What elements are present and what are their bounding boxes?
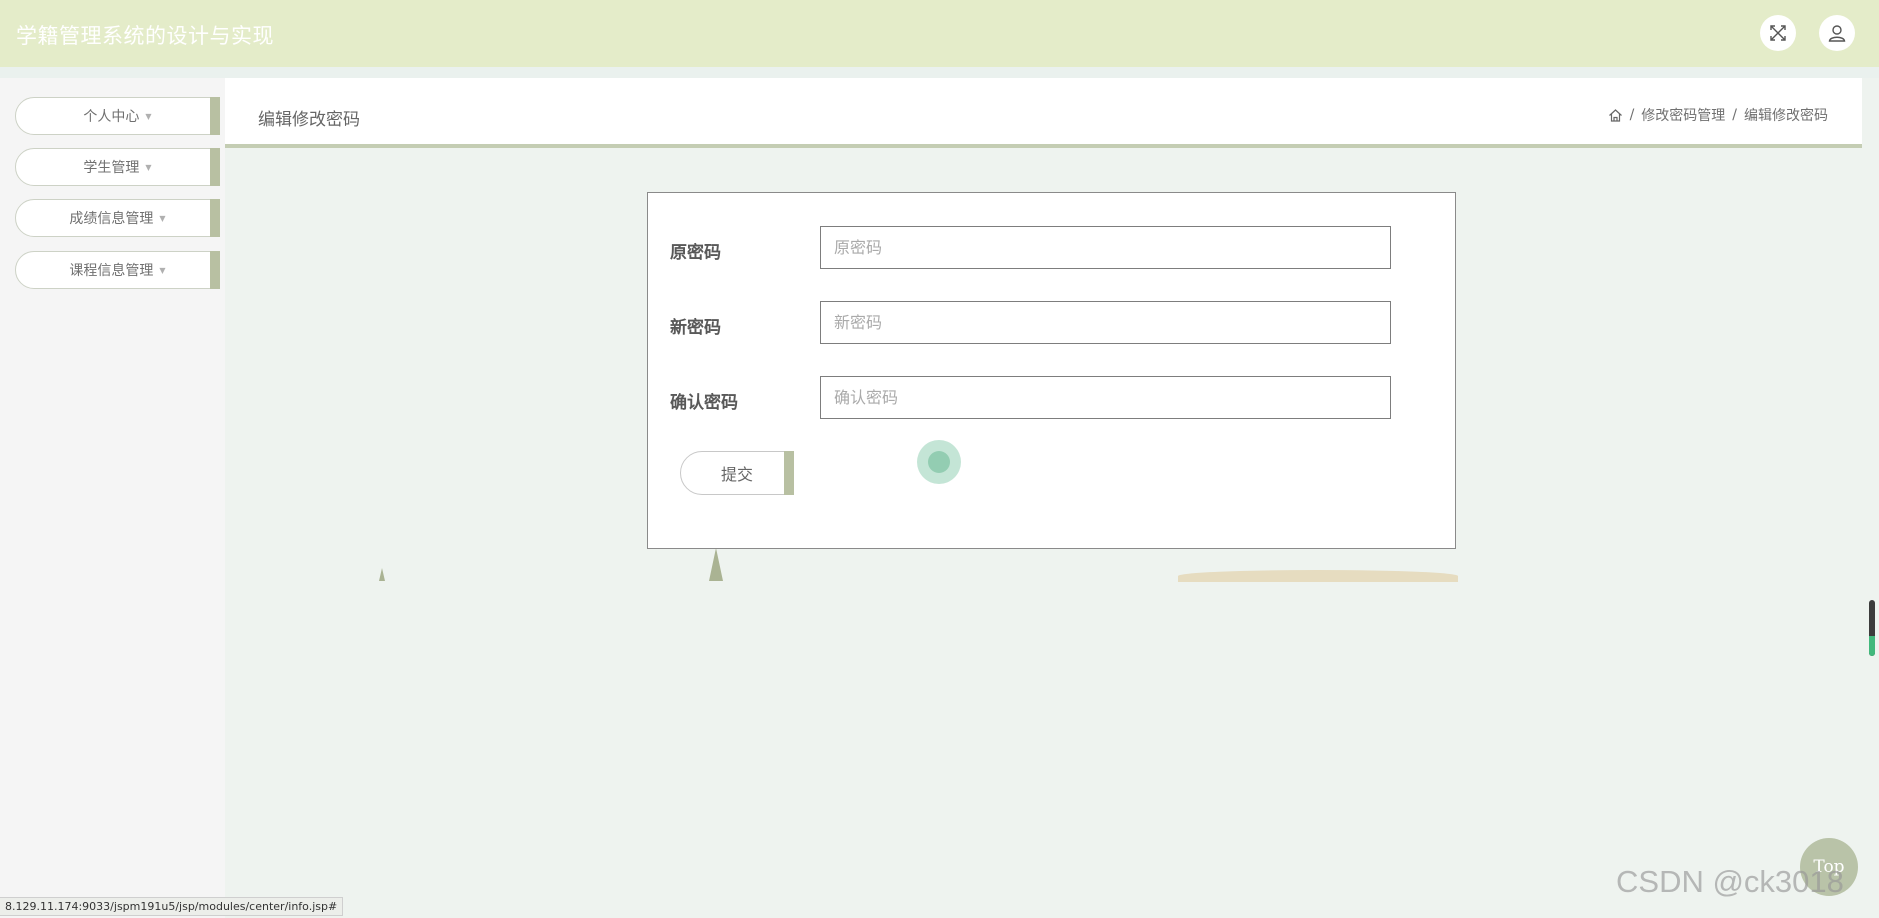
- sidebar-item-label: 课程信息管理: [69, 263, 154, 279]
- old-password-input[interactable]: [820, 226, 1391, 269]
- caret-down-icon: ▼: [145, 111, 152, 121]
- user-button[interactable]: [1819, 15, 1855, 51]
- breadcrumb-separator: /: [1629, 107, 1635, 123]
- decoration-tree: [709, 548, 723, 581]
- breadcrumb: / 修改密码管理 / 编辑修改密码: [1608, 105, 1828, 125]
- caret-down-icon: ▼: [159, 213, 166, 223]
- home-icon[interactable]: [1608, 108, 1623, 123]
- breadcrumb-item-password-management[interactable]: 修改密码管理: [1641, 105, 1725, 125]
- menu-accent-bar: [210, 97, 220, 135]
- sidebar-item-grade-management[interactable]: 成绩信息管理 ▼: [15, 199, 220, 237]
- status-bar-url: 8.129.11.174:9033/jspm191u5/jsp/modules/…: [0, 897, 344, 916]
- header-strip: [0, 67, 1879, 78]
- app-header: 学籍管理系统的设计与实现: [0, 0, 1879, 67]
- content-header: 编辑修改密码 / 修改密码管理 / 编辑修改密码: [225, 78, 1862, 148]
- sidebar-item-student-management[interactable]: 学生管理 ▼: [15, 148, 220, 186]
- confirm-password-label: 确认密码: [670, 393, 738, 413]
- old-password-label: 原密码: [670, 243, 721, 263]
- caret-down-icon: ▼: [159, 265, 166, 275]
- watermark: CSDN @ck3018: [1616, 864, 1844, 899]
- sidebar-item-course-management[interactable]: 课程信息管理 ▼: [15, 251, 220, 289]
- password-form: 原密码 新密码 确认密码 提交: [647, 192, 1456, 549]
- new-password-input[interactable]: [820, 301, 1391, 344]
- button-accent-bar: [784, 451, 794, 495]
- caret-down-icon: ▼: [145, 162, 152, 172]
- breadcrumb-item-edit-password: 编辑修改密码: [1744, 108, 1828, 124]
- menu-accent-bar: [210, 251, 220, 289]
- app-title: 学籍管理系统的设计与实现: [16, 24, 274, 48]
- sidebar-item-label: 成绩信息管理: [69, 211, 154, 227]
- scroll-indicator[interactable]: [1869, 600, 1875, 656]
- confirm-password-input[interactable]: [820, 376, 1391, 419]
- new-password-label: 新密码: [670, 318, 721, 338]
- menu-accent-bar: [210, 199, 220, 237]
- sidebar: 个人中心 ▼ 学生管理 ▼ 成绩信息管理 ▼ 课程信息管理 ▼: [0, 78, 225, 918]
- sidebar-item-label: 学生管理: [83, 160, 140, 176]
- page-title: 编辑修改密码: [258, 110, 360, 130]
- sidebar-item-personal-center[interactable]: 个人中心 ▼: [15, 97, 220, 135]
- submit-button[interactable]: 提交: [680, 451, 794, 495]
- user-icon: [1828, 25, 1846, 42]
- sidebar-item-label: 个人中心: [83, 109, 140, 125]
- breadcrumb-separator: /: [1732, 107, 1737, 123]
- loading-indicator: [917, 440, 961, 484]
- expand-arrows-icon: [1770, 25, 1786, 41]
- menu-accent-bar: [210, 148, 220, 186]
- decoration-hill: [1178, 570, 1458, 582]
- fullscreen-button[interactable]: [1760, 15, 1796, 51]
- decoration-tree-small: [379, 568, 385, 581]
- submit-button-label: 提交: [720, 465, 753, 484]
